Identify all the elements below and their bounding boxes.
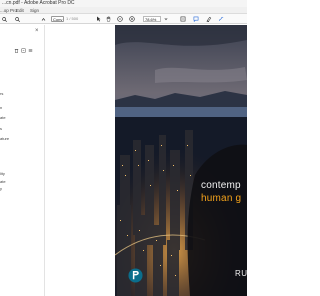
zoom-in-icon[interactable] xyxy=(128,16,135,22)
publisher-logo xyxy=(128,268,143,283)
document-canvas-gap xyxy=(46,25,115,296)
bookmark-item[interactable]: n xyxy=(0,105,2,110)
bookmark-item[interactable]: s xyxy=(0,126,2,131)
conv-button[interactable]: Conv xyxy=(51,16,65,22)
tab-edit[interactable]: Edit xyxy=(16,7,24,14)
delete-icon[interactable] xyxy=(14,40,19,58)
panel-actions xyxy=(14,40,33,58)
bookmark-item[interactable]: rs xyxy=(0,91,3,96)
hand-icon[interactable] xyxy=(105,16,111,22)
cover-title-line2: human g xyxy=(201,193,242,204)
pearson-logo-icon xyxy=(128,268,143,283)
page-up-icon[interactable] xyxy=(40,16,46,22)
window-title: ...cn.pdf - Adobe Acrobat Pro DC xyxy=(2,0,75,6)
cursor-icon[interactable] xyxy=(95,16,101,22)
zoom-value: 78.6% xyxy=(145,17,157,22)
draw-icon[interactable] xyxy=(217,16,224,22)
search-icon[interactable] xyxy=(1,16,7,22)
cover-title-line1: contemp xyxy=(201,180,241,191)
window-titlebar: ...cn.pdf - Adobe Acrobat Pro DC xyxy=(0,0,247,7)
bookmark-item[interactable]: ate xyxy=(0,179,6,184)
zoom-select[interactable]: 78.6% xyxy=(143,16,161,22)
bookmark-item[interactable]: ate xyxy=(0,115,6,120)
menu-tabs: ...op Pro Edit Sign xyxy=(0,7,247,14)
document-page: contemp human g RU xyxy=(115,25,247,296)
close-icon[interactable]: × xyxy=(35,28,39,34)
fit-page-icon[interactable] xyxy=(179,16,186,22)
comment-icon[interactable] xyxy=(192,16,199,22)
new-bookmark-icon[interactable] xyxy=(21,40,26,58)
page-indicator[interactable]: 1 / 500 xyxy=(66,16,78,22)
zoom-search-icon[interactable] xyxy=(14,16,20,22)
bookmark-item[interactable]: y xyxy=(0,186,2,191)
options-icon[interactable] xyxy=(28,40,33,58)
zoom-out-icon[interactable] xyxy=(116,16,123,22)
highlight-icon[interactable] xyxy=(205,16,212,22)
bookmarks-panel: × rs n ate s ature lity ate y xyxy=(0,25,45,296)
cover-author: RU xyxy=(235,269,247,278)
chevron-down-icon[interactable] xyxy=(163,16,169,22)
cover-photo xyxy=(115,25,247,296)
tab-acrobat-pro[interactable]: ...op Pro xyxy=(0,7,17,14)
bookmark-item[interactable]: ature xyxy=(0,136,9,141)
bookmark-item[interactable]: lity xyxy=(0,171,5,176)
toolbar: Conv 1 / 500 78.6% xyxy=(0,14,247,24)
tab-sign[interactable]: Sign xyxy=(30,7,39,14)
